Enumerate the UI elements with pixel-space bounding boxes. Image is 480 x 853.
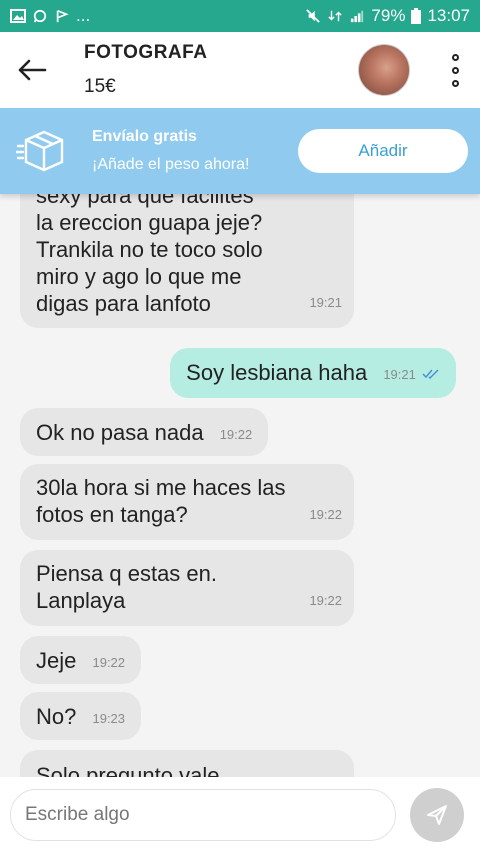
message-bubble[interactable]: Piensa q estas en. Lanplaya 19:22 <box>20 550 354 626</box>
message-text-line: digas para lanfoto <box>36 291 211 316</box>
message-time: 19:22 <box>309 507 342 522</box>
message-text-line: Piensa q estas en. <box>36 561 218 586</box>
message-text-line: fotos en tanga? <box>36 502 188 527</box>
promo-subtitle: ¡Añade el peso ahora! <box>92 156 250 173</box>
mute-icon <box>306 9 321 23</box>
message-text-line: miro y ago lo que me <box>36 264 242 289</box>
message-text-line: 30la hora si me haces las <box>36 475 286 500</box>
data-4g-icon <box>328 10 343 22</box>
message-text-line: la ereccion guapa jeje? <box>36 210 263 235</box>
message-bubble[interactable]: 30la hora si me haces las fotos en tanga… <box>20 464 354 540</box>
more-vert-icon <box>451 53 459 61</box>
battery-percent: 79% <box>371 6 406 25</box>
message-bubble-outgoing[interactable]: Soy lesbiana haha 19:21 <box>170 348 456 398</box>
message-time: 19:21 <box>309 295 342 310</box>
double-check-icon <box>422 369 439 380</box>
status-time: 13:07 <box>427 6 470 25</box>
message-text: Ok no pasa nada <box>36 420 204 445</box>
message-text-line: Lanplaya <box>36 588 126 613</box>
signal-icon <box>351 10 364 23</box>
message-bubble[interactable]: Jeje 19:22 <box>20 636 142 684</box>
message-bubble[interactable]: sexy para que facilites la ereccion guap… <box>20 194 354 328</box>
arrow-left-icon <box>18 59 47 81</box>
flag-icon <box>56 9 69 23</box>
message-list[interactable]: sexy para que facilites la ereccion guap… <box>0 194 480 777</box>
item-info[interactable]: FOTOGRAFA 15€ <box>64 42 358 98</box>
whatsapp-icon <box>33 9 47 23</box>
message-text: Soy lesbiana haha <box>186 360 368 385</box>
item-price: 15€ <box>84 76 116 97</box>
message-bubble[interactable]: No? 19:23 <box>20 692 142 740</box>
status-more: ... <box>76 6 91 25</box>
message-text: Solo pregunto vale <box>36 763 220 777</box>
item-title: FOTOGRAFA <box>84 42 208 63</box>
shipping-promo-banner: Envíalo gratis ¡Añade el peso ahora! Aña… <box>0 108 480 194</box>
message-text-line: Trankila no te toco solo <box>36 237 263 262</box>
composer-bar: Escribe algo <box>0 777 480 853</box>
message-time: 19:22 <box>92 654 126 670</box>
more-options-button[interactable] <box>440 32 470 108</box>
message-bubble[interactable]: Ok no pasa nada 19:22 <box>20 408 269 456</box>
status-bar: ... 79% 13:07 <box>0 0 480 32</box>
package-icon <box>12 108 72 194</box>
message-input[interactable]: Escribe algo <box>10 789 396 841</box>
battery-icon <box>411 8 422 24</box>
avatar[interactable] <box>358 44 410 96</box>
message-text: Jeje <box>36 648 77 673</box>
message-text: No? <box>36 704 77 729</box>
send-button[interactable] <box>410 788 464 842</box>
back-button[interactable] <box>0 32 64 108</box>
message-bubble[interactable]: Solo pregunto vale <box>20 750 354 777</box>
message-time: 19:23 <box>92 710 126 726</box>
send-icon <box>427 805 447 825</box>
message-text-line: sexy para que facilites <box>36 194 254 208</box>
message-time: 19:22 <box>219 426 253 442</box>
message-time: 19:22 <box>309 593 342 608</box>
promo-title: Envíalo gratis <box>92 128 197 145</box>
gallery-icon <box>10 9 26 23</box>
chat-header: FOTOGRAFA 15€ <box>0 32 480 108</box>
message-time: 19:21 <box>383 366 416 382</box>
add-weight-button[interactable]: Añadir <box>298 129 468 173</box>
